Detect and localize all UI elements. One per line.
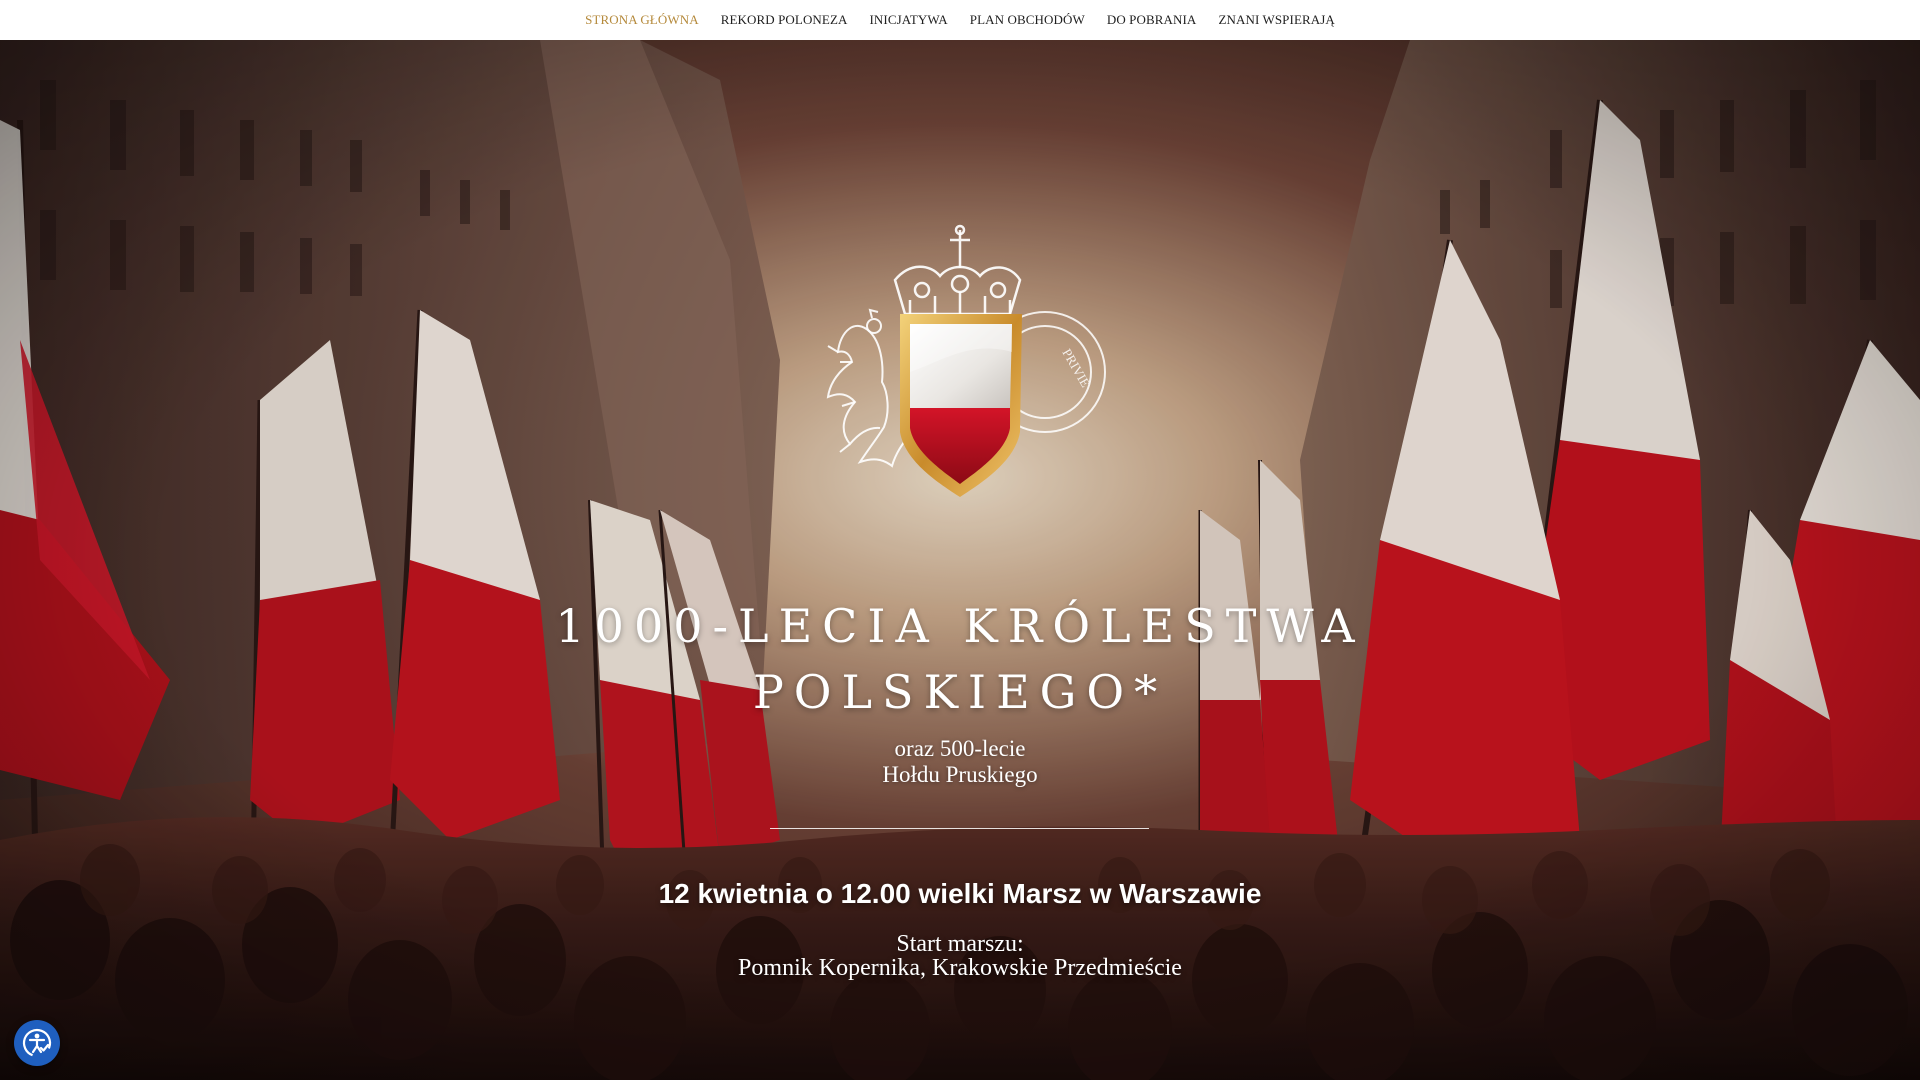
crowned-shield-emblem-icon: PRIVIE [826,224,1106,497]
nav-link-do-pobrania[interactable]: DO POBRANIA [1107,8,1197,32]
start-address: Pomnik Kopernika, Krakowskie Przedmieści… [738,955,1182,981]
hero-content: PRIVIE 1000-LECIA KRÓLESTWA POLSKIEGO* o… [0,40,1920,1080]
march-announcement: 12 kwietnia o 12.00 wielki Marsz w Warsz… [658,878,1262,909]
nav-link-inicjatywa[interactable]: INICJATYWA [870,8,948,32]
accessibility-icon [22,1028,52,1058]
page-title: 1000-LECIA KRÓLESTWA POLSKIEGO* [460,593,1460,725]
subtitle: oraz 500-lecie Hołdu Pruskiego [760,736,1160,788]
accessibility-button[interactable] [14,1020,60,1066]
nav-item-home: STRONA GŁÓWNA [585,8,699,32]
start-label: Start marszu: [896,931,1024,957]
nav-item-pobrania: DO POBRANIA [1107,8,1197,32]
nav-link-znani-wspieraja[interactable]: ZNANI WSPIERAJĄ [1218,8,1334,32]
subtitle-line-2: Hołdu Pruskiego [882,762,1038,787]
nav-item-znani: ZNANI WSPIERAJĄ [1218,8,1334,32]
nav-link-plan-obchodow[interactable]: PLAN OBCHODÓW [970,8,1085,32]
nav-item-inicjatywa: INICJATYWA [870,8,948,32]
nav-item-plan: PLAN OBCHODÓW [970,8,1085,32]
nav-menu: STRONA GŁÓWNA REKORD POLONEZA INICJATYWA… [585,8,1335,32]
divider [770,828,1149,829]
nav-item-rekord: REKORD POLONEZA [721,8,848,32]
hero-section: PRIVIE 1000-LECIA KRÓLESTWA POLSKIEGO* o… [0,40,1920,1080]
title-line-1: 1000-LECIA KRÓLESTWA [555,599,1365,653]
title-line-2: POLSKIEGO* [752,665,1168,719]
march-start-location: Start marszu: Pomnik Kopernika, Krakowsk… [560,932,1360,980]
top-navigation: STRONA GŁÓWNA REKORD POLONEZA INICJATYWA… [0,0,1920,40]
subtitle-line-1: oraz 500-lecie [894,736,1026,761]
nav-link-strona-glowna[interactable]: STRONA GŁÓWNA [585,8,699,32]
nav-link-rekord-poloneza[interactable]: REKORD POLONEZA [721,8,848,32]
seal-inscription: PRIVIE [1059,346,1093,390]
